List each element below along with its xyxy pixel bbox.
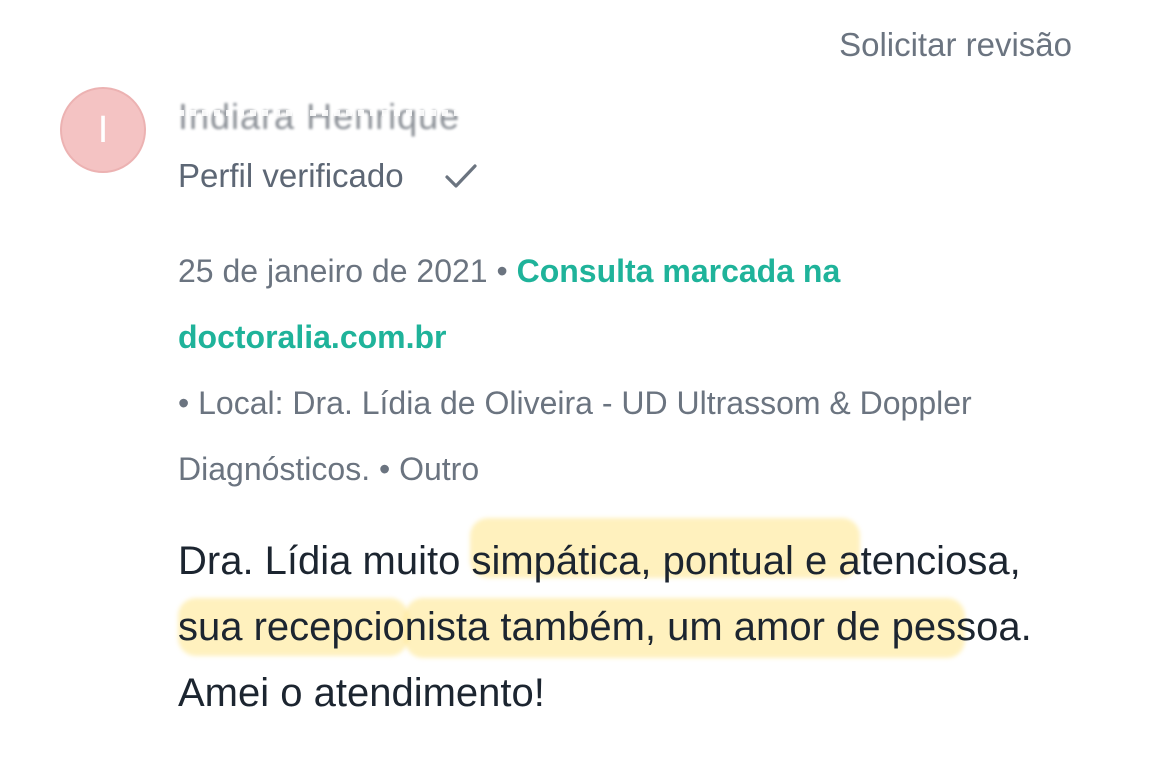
author-name: Indiara Henrique: [178, 96, 461, 137]
verified-label: Perfil verificado: [178, 157, 404, 194]
name-redaction: [178, 110, 513, 116]
review-location: • Local: Dra. Lídia de Oliveira - UD Ult…: [178, 385, 972, 487]
avatar-initial: I: [97, 108, 109, 151]
review-date: 25 de janeiro de 2021: [178, 253, 488, 289]
review-card: Solicitar revisão I Indiara Henrique Per…: [0, 0, 1169, 759]
verified-profile: Perfil verificado: [178, 157, 480, 195]
avatar: I: [60, 87, 146, 173]
review-service: • Outro: [370, 451, 480, 487]
review-meta: 25 de janeiro de 2021 • Consulta marcada…: [178, 238, 1078, 502]
check-icon: [444, 164, 477, 188]
review-text: Dra. Lídia muito simpática, pontual e at…: [178, 539, 1032, 715]
request-review-link[interactable]: Solicitar revisão: [839, 26, 1072, 64]
meta-separator: •: [487, 253, 517, 289]
